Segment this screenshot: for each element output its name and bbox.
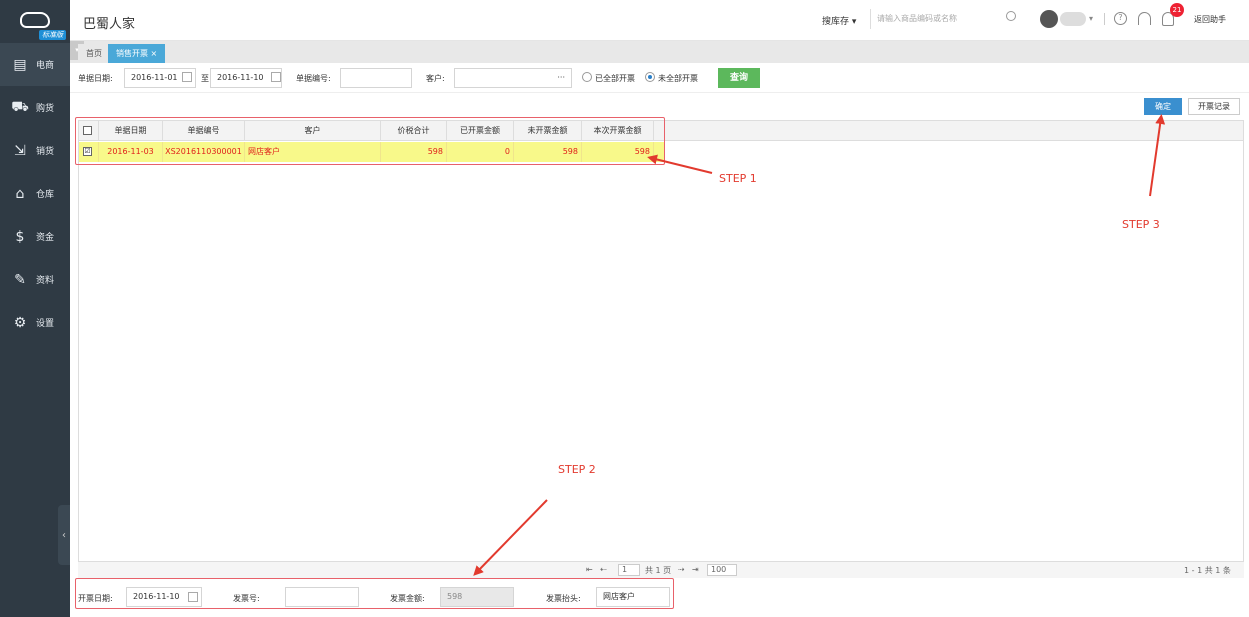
money-icon: $	[15, 228, 25, 245]
query-button[interactable]: 查询	[718, 68, 760, 88]
page-size-select[interactable]: 100	[707, 564, 737, 576]
sidebar-item-data[interactable]: ✎ 资料	[0, 258, 70, 301]
sidebar-item-label: 资料	[36, 276, 55, 286]
chevron-down-icon[interactable]: ▾	[1089, 14, 1093, 23]
pager: ⇤ ⇠ 1 共 1 页 ⇢ ⇥ 100 1 - 1 共 1 条	[78, 561, 1244, 578]
search-scope-label: 搜库存	[822, 17, 850, 27]
customer-input[interactable]: ···	[454, 68, 572, 88]
sidebar-collapse-handle[interactable]: ‹	[58, 505, 70, 565]
step3-label: STEP 3	[1122, 218, 1160, 231]
radio-none-label: 未全部开票	[658, 74, 698, 83]
close-icon[interactable]: ×	[151, 49, 158, 58]
pager-summary: 1 - 1 共 1 条	[1184, 566, 1231, 575]
pen-icon: ✎	[14, 271, 26, 288]
warehouse-icon: ⌂	[15, 185, 25, 202]
logo[interactable]: 标准版	[0, 0, 70, 43]
sidebar-item-ecommerce[interactable]: ▤ 电商	[0, 43, 70, 86]
search-icon[interactable]	[1006, 11, 1016, 21]
edition-badge: 标准版	[39, 30, 66, 40]
tab-bar: 首页 销售开票 × ▾	[70, 41, 1249, 63]
user-name-pill[interactable]	[1060, 12, 1086, 26]
sidebar-item-funds[interactable]: $ 资金	[0, 215, 70, 258]
calendar-icon[interactable]	[271, 72, 281, 82]
sell-icon: ⇲	[14, 142, 26, 159]
sidebar-item-settings[interactable]: ⚙ 设置	[0, 301, 70, 344]
more-icon[interactable]: ···	[557, 69, 565, 87]
doc-no-input[interactable]	[340, 68, 412, 88]
last-page-icon[interactable]: ⇥	[692, 565, 699, 574]
help-icon[interactable]: ?	[1114, 12, 1127, 25]
sidebar: 标准版 ▤ 电商 ⛟ 购货 ⇲ 销货 ⌂ 仓库 $ 资金 ✎ 资料 ⚙ 设置 ‹	[0, 0, 70, 617]
page-number-input[interactable]: 1	[618, 564, 640, 576]
date-label: 单据日期:	[78, 74, 113, 83]
filter-bar: 单据日期: 2016-11-01 至 2016-11-10 单据编号: 客户: …	[70, 63, 1249, 93]
gear-icon: ⚙	[13, 314, 27, 331]
invoice-grid: 单据日期 单据编号 客户 价税合计 已开票金额 未开票金额 本次开票金额 ☑ 2…	[78, 120, 1244, 578]
date-to-label: 至	[201, 74, 209, 83]
page-size-value: 100	[711, 565, 727, 574]
sidebar-item-label: 销货	[36, 147, 55, 157]
total-pages: 共 1 页	[645, 566, 672, 575]
top-header: 巴蜀人家 搜库存 ▾ 请输入商品编码或名称 ▾ ? 21 返回助手	[70, 0, 1249, 41]
customer-label: 客户:	[426, 74, 445, 83]
tab-home[interactable]: 首页	[78, 44, 110, 63]
cart-icon: ⛟	[11, 98, 29, 115]
sidebar-item-label: 购货	[36, 104, 55, 114]
header-divider	[1104, 13, 1105, 25]
avatar[interactable]	[1040, 10, 1058, 28]
sidebar-item-label: 仓库	[36, 190, 55, 200]
next-page-icon[interactable]: ⇢	[678, 565, 685, 574]
doc-no-label: 单据编号:	[296, 74, 331, 83]
sidebar-item-sales[interactable]: ⇲ 销货	[0, 129, 70, 172]
calendar-icon[interactable]	[182, 72, 192, 82]
cloud-logo-icon	[20, 11, 50, 28]
search-scope-dropdown[interactable]: 搜库存 ▾	[822, 14, 856, 27]
store-icon: ▤	[13, 56, 27, 73]
sidebar-item-label: 电商	[36, 61, 55, 71]
radio-all-invoiced[interactable]	[582, 72, 592, 82]
step2-highlight-box	[75, 578, 674, 609]
step1-label: STEP 1	[719, 172, 757, 185]
first-page-icon[interactable]: ⇤	[586, 565, 593, 574]
notification-badge: 21	[1170, 3, 1184, 17]
invoice-records-button[interactable]: 开票记录	[1188, 98, 1240, 115]
tab-sales-invoice[interactable]: 销售开票 ×	[108, 44, 166, 63]
sidebar-item-warehouse[interactable]: ⌂ 仓库	[0, 172, 70, 215]
radio-not-all-invoiced[interactable]	[645, 72, 655, 82]
confirm-button[interactable]: 确定	[1144, 98, 1182, 115]
step1-highlight-box	[75, 117, 665, 165]
sidebar-item-label: 设置	[36, 319, 55, 329]
prev-page-icon[interactable]: ⇠	[600, 565, 607, 574]
step2-label: STEP 2	[558, 463, 596, 476]
return-helper-link[interactable]: 返回助手	[1194, 14, 1226, 25]
app-title: 巴蜀人家	[83, 17, 136, 32]
tab-label: 销售开票	[116, 49, 148, 58]
headset-icon[interactable]	[1138, 12, 1151, 25]
sidebar-item-purchase[interactable]: ⛟ 购货	[0, 86, 70, 129]
radio-all-label: 已全部开票	[595, 74, 635, 83]
sidebar-item-label: 资金	[36, 233, 55, 243]
